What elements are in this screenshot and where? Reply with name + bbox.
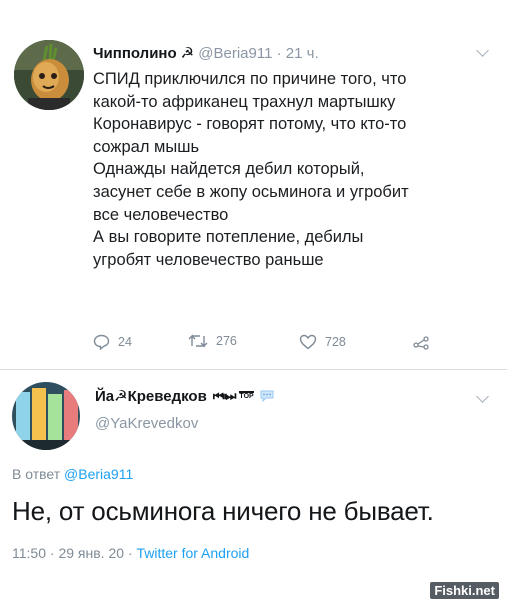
like-count: 728	[325, 335, 346, 349]
author-handle[interactable]: @YaKrevedkov	[95, 415, 198, 432]
tweet-line: Однажды найдется дебил который,	[93, 160, 365, 179]
chevron-down-icon[interactable]	[476, 390, 489, 403]
reply-count: 24	[118, 335, 132, 349]
separator: ·	[127, 545, 133, 561]
tweet-text: СПИД приключился по причине того, что ка…	[93, 68, 493, 271]
tweet-time[interactable]: 11:50	[12, 545, 46, 561]
author-name[interactable]: Чипполино	[93, 45, 177, 62]
like-button[interactable]: 728	[299, 334, 346, 350]
separator: ·	[276, 45, 282, 62]
tweet-line: сожрал мышь	[93, 137, 200, 156]
retweet-icon	[188, 334, 208, 348]
avatar[interactable]	[14, 40, 84, 110]
separator: ·	[49, 545, 55, 561]
reply-tweet: Йа☭Креведков ⏮⏸⏭ TOP @YaKrevedkov В отве…	[0, 370, 507, 600]
author-name-row: Йа☭Креведков ⏮⏸⏭ TOP	[95, 387, 275, 405]
author-name[interactable]: Йа☭Креведков	[95, 387, 207, 405]
tweet-meta: 11:50 · 29 янв. 20 · Twitter for Android	[12, 545, 249, 561]
original-tweet: Чипполино ☭ @Beria911 · 21 ч. СПИД приклю…	[0, 0, 507, 370]
media-controls-decor: ⏮⏸⏭	[212, 388, 237, 403]
tweet-date[interactable]: 29 янв. 20	[58, 545, 124, 561]
hammer-sickle-icon: ☭	[180, 45, 195, 62]
tweet-line: засунет себе в жопу осьминога и угробит	[93, 182, 409, 201]
tweet-line: какой-то африканец трахнул мартышку	[93, 92, 396, 111]
reply-context: В ответ @Beria911	[12, 466, 133, 482]
heart-icon	[299, 334, 317, 350]
speech-bubble-icon	[260, 390, 274, 402]
author-handle[interactable]: @Beria911	[198, 45, 272, 62]
share-icon	[413, 336, 429, 350]
reply-mention-link[interactable]: @Beria911	[64, 466, 133, 482]
tweet-header: Чипполино ☭ @Beria911 · 21 ч.	[93, 44, 319, 62]
retweet-count: 276	[216, 334, 237, 348]
retweet-button[interactable]: 276	[188, 334, 237, 348]
top-badge: TOP	[239, 391, 254, 400]
tweet-line: все человечество	[93, 205, 229, 224]
source-app-link[interactable]: Twitter for Android	[136, 545, 249, 561]
watermark: Fishki.net	[430, 582, 499, 599]
reply-prefix: В ответ	[12, 466, 61, 482]
phone-collage-avatar-image	[12, 382, 80, 450]
avatar[interactable]	[12, 382, 80, 450]
tweet-line: угробят человечество раньше	[93, 250, 324, 269]
reply-icon	[93, 334, 110, 350]
tweet-line: СПИД приключился по причине того, что	[93, 70, 407, 88]
tweet-time[interactable]: 21 ч.	[286, 45, 319, 62]
tweet-text: Не, от осьминога ничего не бывает.	[12, 496, 434, 526]
tweet-actions: 24 276 728	[93, 334, 433, 354]
onion-avatar-image	[14, 40, 84, 110]
chevron-down-icon[interactable]	[476, 44, 489, 57]
reply-button[interactable]: 24	[93, 334, 132, 350]
tweet-line: Коронавирус - говорят потому, что кто-то	[93, 115, 407, 134]
share-button[interactable]	[413, 334, 437, 350]
tweet-line: А вы говорите потепление, дебилы	[93, 228, 364, 247]
